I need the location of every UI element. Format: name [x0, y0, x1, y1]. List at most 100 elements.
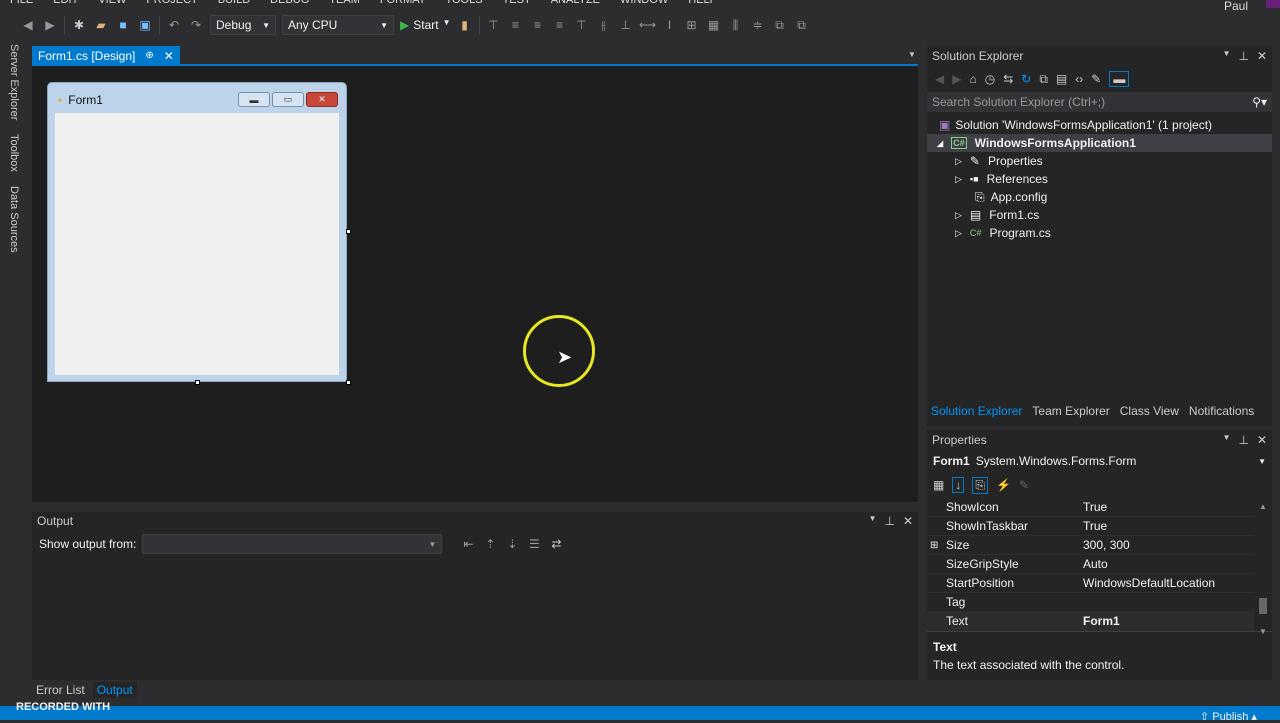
property-row[interactable]: ShowIcon True	[927, 498, 1254, 517]
new-project-icon[interactable]: ✱	[71, 17, 87, 33]
search-icon[interactable]: ⚲▾	[1252, 95, 1267, 109]
same-size-icon[interactable]: ⊞	[684, 17, 700, 33]
find-message-icon[interactable]: ⇤	[460, 536, 476, 552]
save-all-icon[interactable]: ▣	[137, 17, 153, 33]
tab-solution-explorer[interactable]: Solution Explorer	[931, 404, 1022, 418]
tab-list-dropdown[interactable]: ▼	[908, 50, 916, 59]
form-client-area[interactable]	[55, 113, 339, 375]
feedback-flag-icon[interactable]	[1266, 0, 1280, 8]
form-designer-window[interactable]: ▪ Form1 ▬ ▭ ✕	[47, 82, 347, 382]
preview-icon[interactable]: ▬	[1109, 71, 1130, 87]
tree-item-form1[interactable]: ▷ ▤ Form1.cs	[927, 206, 1272, 224]
property-value[interactable]: Auto	[1079, 557, 1254, 571]
align-bottom-icon[interactable]: ⊥	[618, 17, 634, 33]
object-selector[interactable]: Form1 System.Windows.Forms.Form ▼	[927, 450, 1272, 472]
resize-handle-right[interactable]	[346, 229, 351, 234]
resize-handle-bottom[interactable]	[195, 380, 200, 385]
word-wrap-icon[interactable]: ⇄	[548, 536, 564, 552]
open-icon[interactable]: ▰	[93, 17, 109, 33]
view-code-icon[interactable]: ‹›	[1075, 72, 1083, 86]
refresh-icon[interactable]: ↻	[1021, 72, 1031, 86]
dropdown-icon[interactable]: ▼	[1223, 49, 1231, 63]
tree-item-properties[interactable]: ▷ ✎ Properties	[927, 152, 1272, 170]
property-row[interactable]: ShowInTaskbar True	[927, 517, 1254, 536]
categorized-icon[interactable]: ▦	[933, 478, 944, 492]
undo-icon[interactable]: ↶	[166, 17, 182, 33]
clear-all-icon[interactable]: ☰	[526, 536, 542, 552]
properties-view-icon[interactable]: ⎘	[972, 476, 988, 494]
menu-project[interactable]: PROJECT	[136, 0, 207, 8]
menu-test[interactable]: TEST	[493, 0, 541, 8]
publish-button[interactable]: ⇧ Publish ▴	[1200, 710, 1257, 723]
properties-icon[interactable]: ✎	[1091, 72, 1101, 86]
tree-item-references[interactable]: ▷ ▪■ References	[927, 170, 1272, 188]
events-icon[interactable]: ⚡	[996, 478, 1011, 492]
send-back-icon[interactable]: ⧉	[794, 17, 810, 33]
pin-icon[interactable]: ⊥	[884, 514, 894, 528]
forward-icon[interactable]: ▶	[952, 72, 961, 86]
tree-project[interactable]: ◢ C# WindowsFormsApplication1	[927, 134, 1272, 152]
history-icon[interactable]: ◷	[985, 72, 995, 86]
start-button[interactable]: ▶ Start ▼	[400, 18, 451, 32]
find-icon[interactable]: ▮	[457, 17, 473, 33]
property-value[interactable]: WindowsDefaultLocation	[1079, 576, 1254, 590]
solution-search-input[interactable]: Search Solution Explorer (Ctrl+;) ⚲▾	[927, 92, 1272, 112]
show-all-files-icon[interactable]: ▤	[1056, 72, 1067, 86]
menu-window[interactable]: WINDOW	[610, 0, 678, 8]
tree-item-app-config[interactable]: ⎘ App.config	[927, 188, 1272, 206]
tab-form1-design[interactable]: Form1.cs [Design] ⊕ ✕	[32, 46, 180, 65]
property-value[interactable]: 300, 300	[1079, 538, 1254, 552]
tab-toolbox[interactable]: Toolbox	[8, 134, 20, 172]
output-source-select[interactable]: ▼	[142, 534, 443, 554]
align-right-icon[interactable]: ≡	[552, 17, 568, 33]
user-name[interactable]: Paul	[1224, 0, 1248, 12]
property-pages-icon[interactable]: ✎	[1019, 478, 1029, 492]
home-icon[interactable]: ⌂	[969, 72, 976, 86]
menu-build[interactable]: BUILD	[208, 0, 260, 8]
tab-output[interactable]: Output	[92, 682, 137, 698]
align-center-icon[interactable]: ≡	[530, 17, 546, 33]
collapse-all-icon[interactable]: ⧉	[1039, 72, 1048, 87]
align-top-icon[interactable]: ⊤	[574, 17, 590, 33]
tab-data-sources[interactable]: Data Sources	[8, 186, 20, 253]
menu-file[interactable]: FILE	[0, 0, 43, 8]
property-value[interactable]: Form1	[1079, 614, 1254, 628]
resize-handle-corner[interactable]	[346, 380, 351, 385]
menu-analyze[interactable]: ANALYZE	[541, 0, 610, 8]
same-width-icon[interactable]: ⟷	[639, 17, 656, 33]
menu-debug[interactable]: DEBUG	[260, 0, 319, 8]
property-value[interactable]: True	[1079, 519, 1254, 533]
bring-front-icon[interactable]: ⧉	[772, 17, 788, 33]
spacing-icon[interactable]: ⫼	[728, 17, 744, 33]
forward-icon[interactable]: ▶	[42, 17, 58, 33]
tab-server-explorer[interactable]: Server Explorer	[8, 44, 20, 120]
tab-notifications[interactable]: Notifications	[1189, 404, 1254, 418]
close-icon[interactable]: ✕	[164, 49, 174, 63]
menu-help[interactable]: HELP	[678, 0, 727, 8]
dropdown-icon[interactable]: ▼	[869, 514, 877, 528]
grid-icon[interactable]: ▦	[706, 17, 722, 33]
back-icon[interactable]: ◀	[935, 72, 944, 86]
close-icon[interactable]: ✕	[903, 514, 913, 528]
property-row[interactable]: Tag	[927, 593, 1254, 612]
tab-class-view[interactable]: Class View	[1120, 404, 1179, 418]
menu-edit[interactable]: EDIT	[43, 0, 88, 8]
configuration-select[interactable]: Debug ▼	[210, 15, 276, 35]
property-row[interactable]: SizeGripStyle Auto	[927, 555, 1254, 574]
close-icon[interactable]: ✕	[1257, 49, 1267, 63]
prev-message-icon[interactable]: ⇡	[482, 536, 498, 552]
tree-item-program[interactable]: ▷ C# Program.cs	[927, 224, 1272, 242]
property-value[interactable]: True	[1079, 500, 1254, 514]
tab-team-explorer[interactable]: Team Explorer	[1032, 404, 1109, 418]
alphabetical-icon[interactable]: ↓	[952, 477, 965, 493]
tree-solution[interactable]: ▣ Solution 'WindowsFormsApplication1' (1 …	[927, 116, 1272, 134]
align-middle-icon[interactable]: ⫲	[596, 17, 612, 33]
property-row-selected[interactable]: Text Form1	[927, 612, 1254, 631]
next-message-icon[interactable]: ⇣	[504, 536, 520, 552]
sync-icon[interactable]: ⇆	[1003, 72, 1013, 86]
menu-tools[interactable]: TOOLS	[435, 0, 492, 8]
align-icon[interactable]: ⊤	[486, 17, 502, 33]
align-left-icon[interactable]: ≡	[508, 17, 524, 33]
pin-icon[interactable]: ⊕	[145, 50, 153, 61]
redo-icon[interactable]: ↷	[188, 17, 204, 33]
